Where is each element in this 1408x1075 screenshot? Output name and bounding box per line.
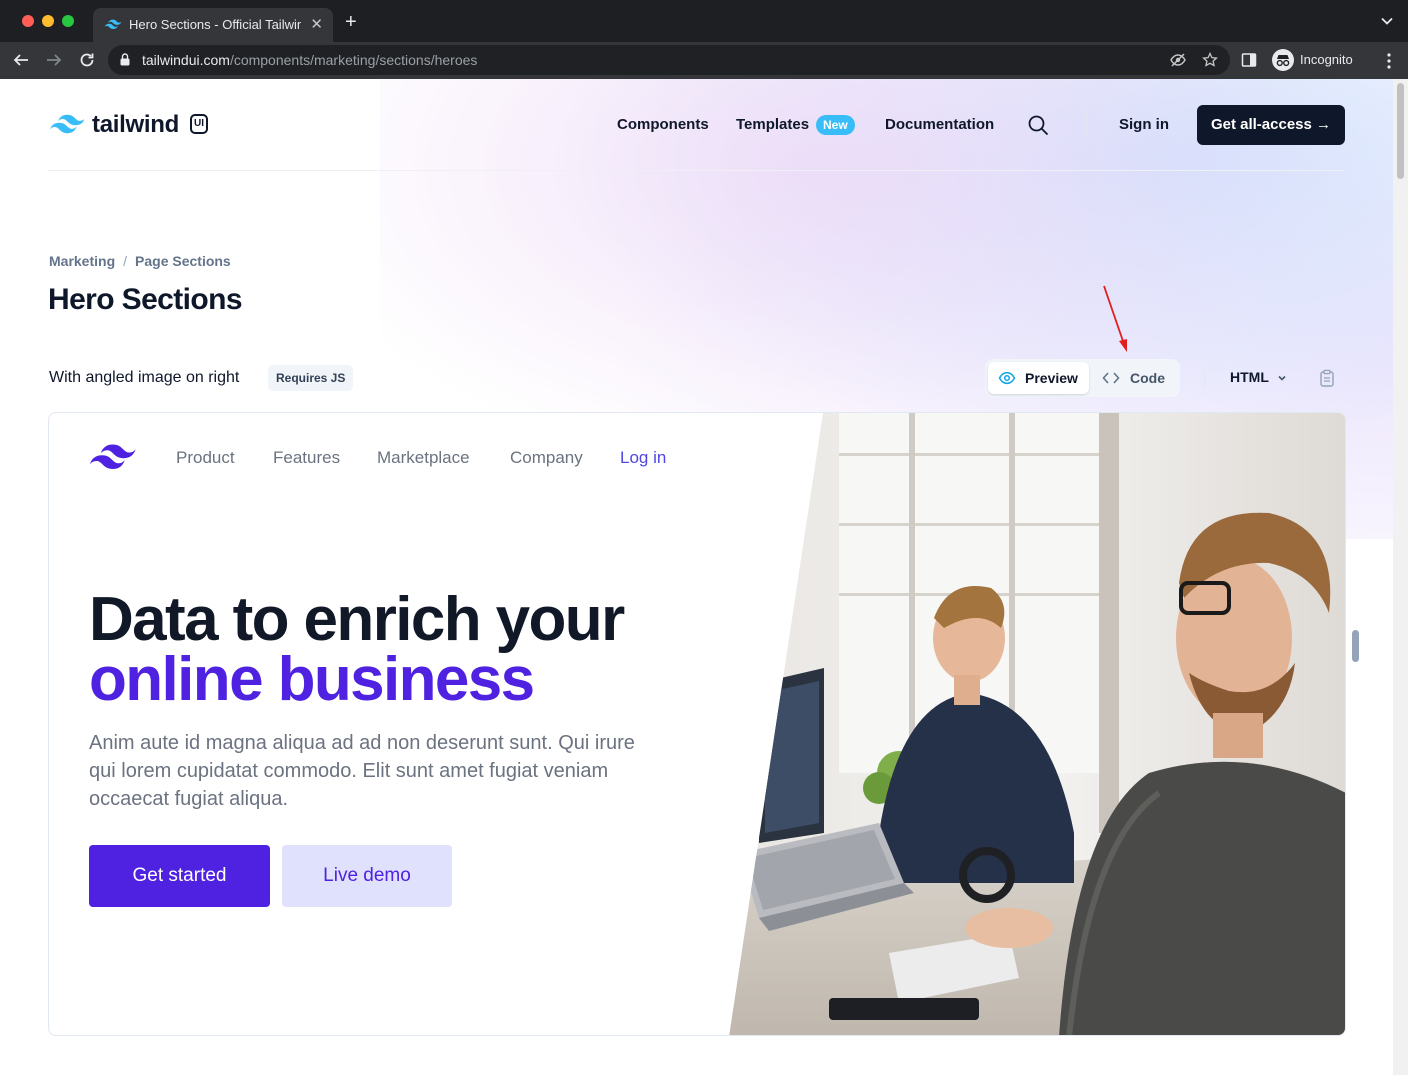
tab-code-label: Code	[1130, 370, 1165, 386]
requires-js-badge: Requires JS	[268, 365, 354, 391]
preview-nav-product[interactable]: Product	[176, 448, 235, 468]
logo-wordmark: tailwind	[92, 111, 179, 138]
side-panel-icon[interactable]	[1241, 52, 1257, 68]
browser-menu-icon[interactable]	[1387, 53, 1391, 69]
lock-icon[interactable]	[120, 53, 130, 66]
breadcrumb: Marketing / Page Sections	[49, 253, 231, 269]
page-title: Hero Sections	[48, 283, 243, 316]
component-preview: Product Features Marketplace Company Log…	[48, 412, 1346, 1036]
clipboard-icon[interactable]	[1318, 369, 1336, 387]
incognito-profile-button[interactable]: Incognito	[1270, 47, 1368, 73]
breadcrumb-marketing[interactable]: Marketing	[49, 253, 115, 269]
preview-resize-handle[interactable]	[1352, 630, 1359, 662]
zoom-window-button[interactable]	[62, 15, 74, 27]
code-brackets-icon	[1102, 372, 1120, 384]
url-text: tailwindui.com/components/marketing/sect…	[142, 52, 478, 68]
browser-toolbar: tailwindui.com/components/marketing/sect…	[0, 42, 1408, 79]
browser-tab[interactable]: Hero Sections - Official Tailwind UI Com…	[93, 8, 333, 42]
preview-nav-features[interactable]: Features	[273, 448, 340, 468]
new-tab-button[interactable]: +	[345, 12, 357, 32]
tab-code[interactable]: Code	[1099, 362, 1177, 394]
scrollbar-thumb[interactable]	[1397, 83, 1404, 179]
eye-icon	[998, 371, 1016, 385]
tab-strip: Hero Sections - Official Tailwind UI Com…	[0, 0, 1408, 42]
close-window-button[interactable]	[22, 15, 34, 27]
sign-in-link[interactable]: Sign in	[1119, 116, 1169, 133]
nav-templates-link[interactable]: Templates	[736, 116, 809, 133]
profile-label: Incognito	[1300, 52, 1353, 67]
minimize-window-button[interactable]	[42, 15, 54, 27]
browser-chrome: Hero Sections - Official Tailwind UI Com…	[0, 0, 1408, 79]
hero-headline-accent: online business	[89, 645, 535, 714]
live-demo-button[interactable]: Live demo	[282, 845, 452, 907]
page-scrollbar[interactable]	[1393, 79, 1408, 1075]
tab-preview[interactable]: Preview	[988, 362, 1089, 394]
header-divider	[1086, 111, 1087, 137]
incognito-icon	[1272, 49, 1294, 71]
preview-login-link[interactable]: Log in	[620, 448, 666, 468]
language-select[interactable]: HTML	[1229, 369, 1289, 389]
logo-ui-badge: UI	[190, 114, 208, 134]
component-title[interactable]: With angled image on right	[49, 369, 239, 387]
tailwind-favicon-icon	[105, 19, 121, 29]
nav-components-link[interactable]: Components	[617, 116, 709, 133]
page: tailwind UI Components Templates Documen…	[0, 79, 1393, 1075]
nav-documentation-link[interactable]: Documentation	[885, 116, 994, 133]
back-icon[interactable]	[12, 51, 30, 69]
eye-slash-icon[interactable]	[1170, 52, 1186, 68]
tab-preview-label: Preview	[1025, 370, 1078, 386]
bookmark-star-icon[interactable]	[1202, 52, 1218, 68]
get-started-button[interactable]: Get started	[89, 845, 270, 907]
chevron-down-icon	[1278, 375, 1286, 381]
forward-icon[interactable]	[45, 51, 63, 69]
preview-logo-icon[interactable]	[90, 444, 136, 472]
preview-nav-marketplace[interactable]: Marketplace	[377, 448, 470, 468]
breadcrumb-separator: /	[123, 253, 128, 269]
close-tab-icon[interactable]: ✕	[310, 15, 323, 33]
language-select-value: HTML	[1230, 369, 1269, 385]
preview-nav-company[interactable]: Company	[510, 448, 583, 468]
search-icon[interactable]	[1027, 114, 1049, 136]
toolbar-divider	[1204, 367, 1205, 389]
breadcrumb-page-sections[interactable]: Page Sections	[135, 253, 231, 269]
hero-photo	[729, 413, 1345, 1035]
new-badge: New	[816, 115, 855, 135]
tab-title: Hero Sections - Official Tailwind UI Com…	[129, 17, 301, 32]
address-bar[interactable]: tailwindui.com/components/marketing/sect…	[108, 45, 1230, 75]
tailwind-logo-icon	[50, 114, 84, 134]
hero-description: Anim aute id magna aliqua ad ad non dese…	[89, 732, 635, 810]
preview-code-toggle: Preview Code	[985, 359, 1180, 397]
header-divider-line	[48, 170, 1345, 171]
annotation-arrow	[1103, 285, 1127, 352]
reload-icon[interactable]	[78, 51, 96, 69]
get-all-access-button[interactable]: Get all-access →	[1197, 105, 1345, 145]
tab-search-chevron-icon[interactable]	[1380, 14, 1394, 28]
